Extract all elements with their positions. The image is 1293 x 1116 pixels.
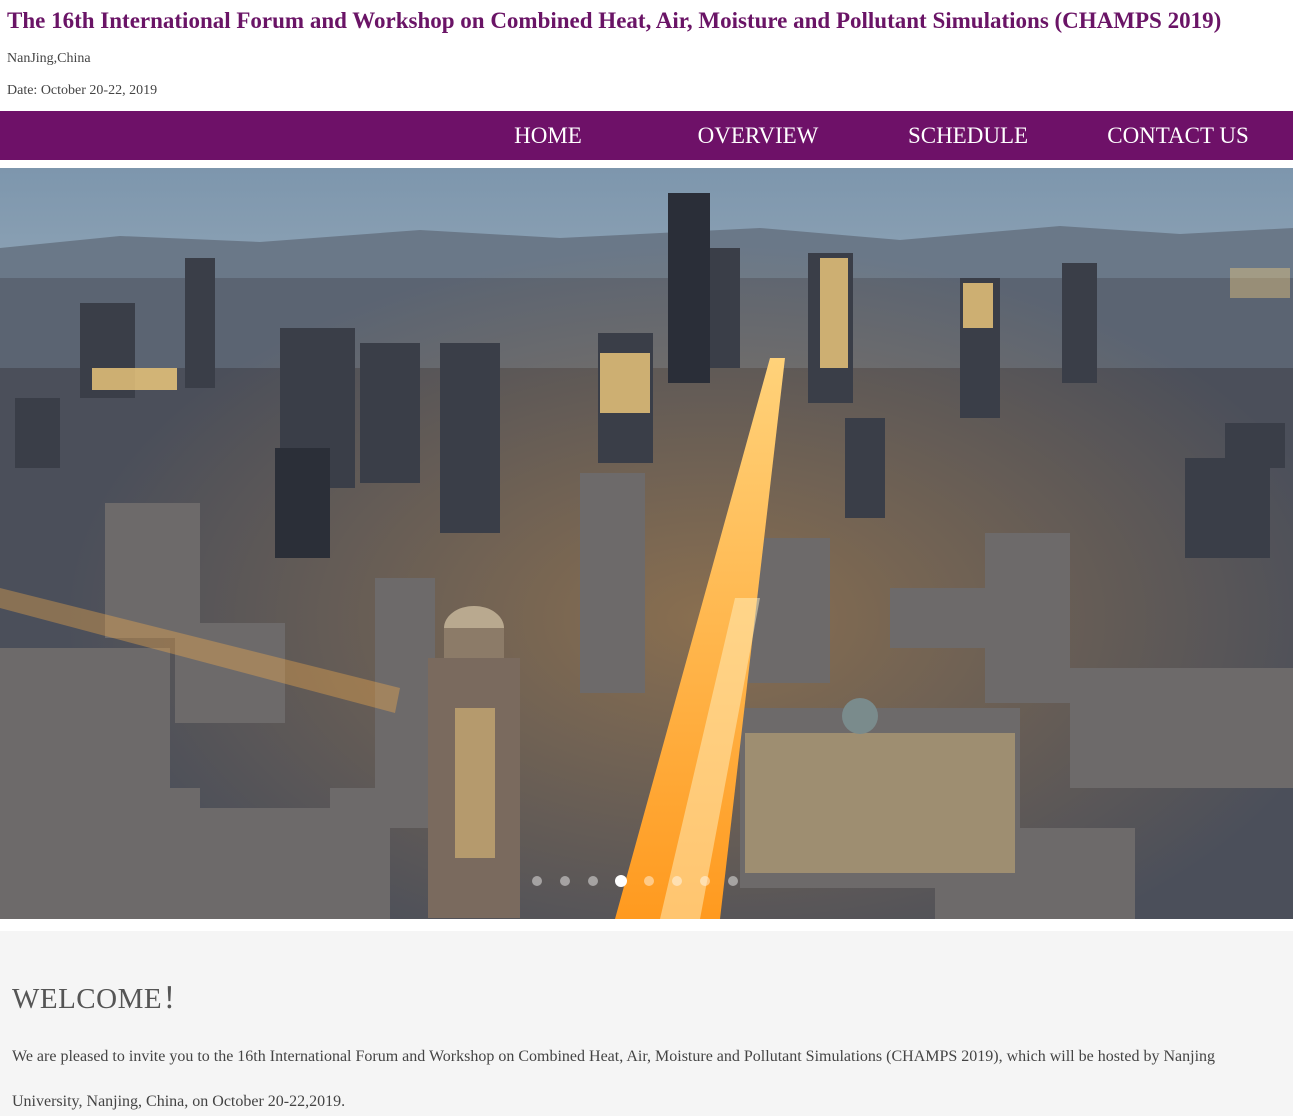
carousel-dot[interactable]	[644, 876, 654, 886]
site-title: The 16th International Forum and Worksho…	[7, 8, 1222, 33]
welcome-section: WELCOME！ We are pleased to invite you to…	[0, 931, 1293, 1116]
page-header: The 16th International Forum and Worksho…	[0, 0, 1293, 111]
carousel-dot-active[interactable]	[615, 875, 627, 887]
city-skyline-image	[0, 168, 1293, 919]
welcome-paragraph: We are pleased to invite you to the 16th…	[12, 1048, 1216, 1110]
main-navbar: HOME OVERVIEW SCHEDULE CONTACT US	[0, 111, 1293, 160]
nav-overview[interactable]: OVERVIEW	[658, 111, 858, 160]
hero-carousel[interactable]	[0, 168, 1293, 919]
nav-schedule[interactable]: SCHEDULE	[868, 111, 1068, 160]
carousel-dot[interactable]	[700, 876, 710, 886]
carousel-dot[interactable]	[560, 876, 570, 886]
carousel-dot[interactable]	[728, 876, 738, 886]
carousel-dot[interactable]	[672, 876, 682, 886]
carousel-dot[interactable]	[588, 876, 598, 886]
carousel-dot[interactable]	[532, 876, 542, 886]
nav-home[interactable]: HOME	[448, 111, 648, 160]
nav-contact-us[interactable]: CONTACT US	[1078, 111, 1278, 160]
date-text: Date: October 20-22, 2019	[7, 83, 158, 98]
location-text: NanJing,China	[7, 51, 91, 66]
welcome-heading: WELCOME！	[12, 983, 192, 1015]
